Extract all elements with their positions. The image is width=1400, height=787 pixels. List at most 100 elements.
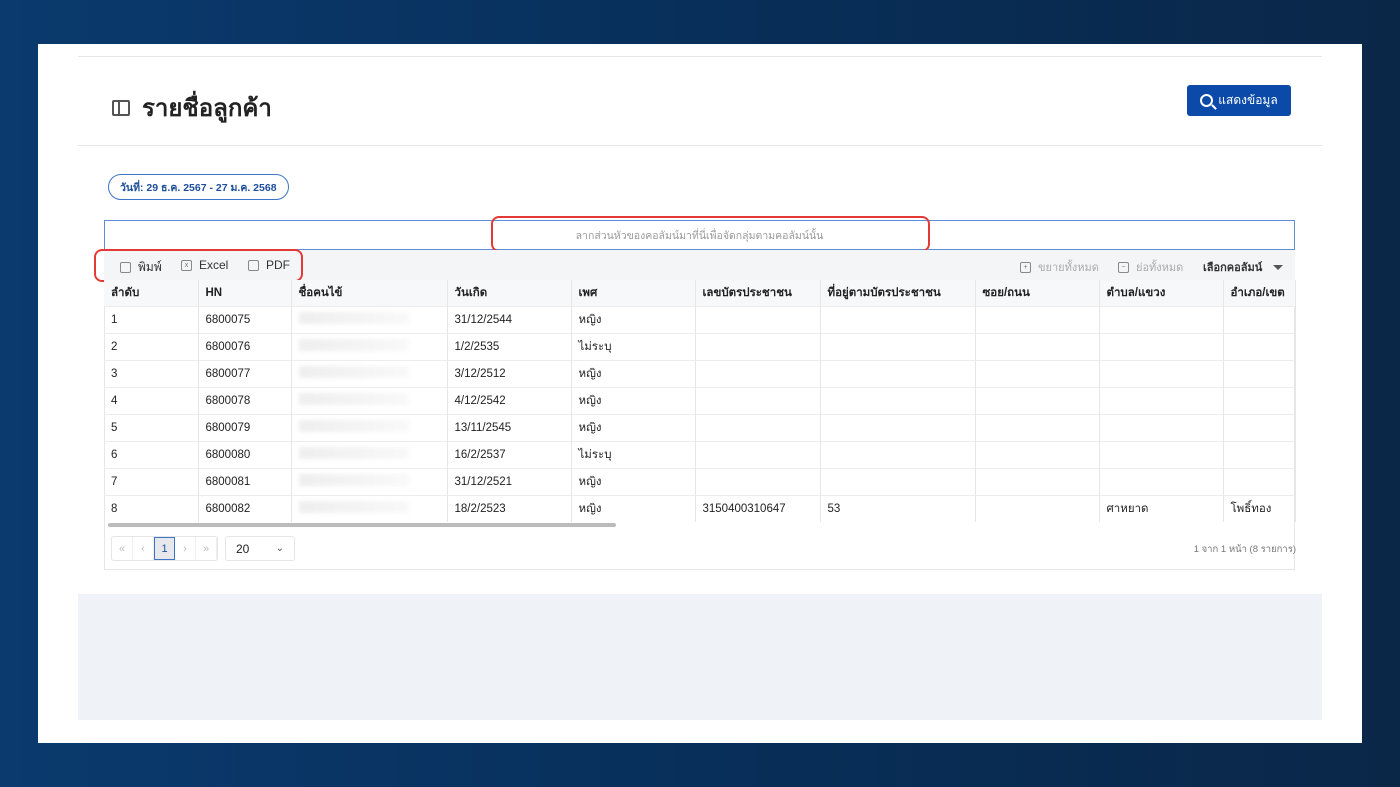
prev-page-button[interactable]: ‹ — [133, 537, 154, 560]
choose-columns-label: เลือกคอลัมน์ — [1203, 262, 1263, 274]
table-cell: หญิง — [571, 413, 696, 441]
column-header[interactable]: ชื่อคนไข้ — [291, 280, 448, 306]
horizontal-scrollbar[interactable] — [108, 523, 616, 527]
show-data-label: แสดงข้อมูล — [1218, 93, 1278, 107]
sidebar-toggle-icon[interactable] — [112, 99, 130, 116]
table-cell — [975, 413, 1100, 441]
search-icon — [1200, 94, 1214, 107]
table-cell — [975, 467, 1100, 495]
choose-columns-dropdown[interactable]: เลือกคอลัมน์ — [1203, 258, 1284, 276]
table-cell — [291, 494, 448, 522]
table-row[interactable]: 4 6800078 4/12/2542 หญิง — [104, 386, 1296, 414]
table-cell: 1/2/2535 — [447, 332, 572, 360]
collapse-icon: − — [1118, 261, 1129, 273]
table-cell: 1 — [104, 305, 199, 333]
table-cell — [1099, 467, 1224, 495]
column-header[interactable]: อำเภอ/เขต — [1223, 280, 1296, 306]
redacted-name — [298, 447, 409, 459]
redacted-name — [298, 393, 409, 405]
first-page-button[interactable]: « — [112, 537, 133, 560]
table-cell: 3150400310647 — [695, 494, 821, 522]
table-cell — [975, 386, 1100, 414]
table-cell: 7 — [104, 467, 199, 495]
table-cell — [975, 440, 1100, 468]
table-cell — [820, 467, 976, 495]
table-cell: ไม่ระบุ — [571, 440, 696, 468]
table-cell — [820, 305, 976, 333]
table-cell — [1099, 305, 1224, 333]
page-1-button[interactable]: 1 — [154, 537, 175, 560]
column-header[interactable]: ซอย/ถนน — [975, 280, 1100, 306]
table-cell — [695, 386, 821, 414]
table-row[interactable]: 6 6800080 16/2/2537 ไม่ระบุ — [104, 440, 1296, 468]
date-range-badge[interactable]: วันที่: 29 ธ.ค. 2567 - 27 ม.ค. 2568 — [108, 174, 289, 200]
page-header: รายชื่อลูกค้า แสดงข้อมูล — [78, 84, 1322, 146]
table-cell — [1223, 467, 1296, 495]
expand-label: ขยายทั้งหมด — [1038, 262, 1099, 274]
highlight-box — [491, 216, 930, 252]
table-cell — [820, 440, 976, 468]
pagination-info: 1 จาก 1 หน้า (8 รายการ) — [1193, 544, 1296, 555]
table-cell: 8 — [104, 494, 199, 522]
table-cell — [291, 413, 448, 441]
table-cell — [975, 332, 1100, 360]
column-header[interactable]: ลำดับ — [104, 280, 199, 306]
table-cell: 6800082 — [198, 494, 292, 522]
table-cell — [820, 359, 976, 387]
table-cell: 6800075 — [198, 305, 292, 333]
column-header[interactable]: เพศ — [571, 280, 696, 306]
table-cell — [1223, 440, 1296, 468]
table-cell: หญิง — [571, 386, 696, 414]
table-cell: หญิง — [571, 467, 696, 495]
column-header[interactable]: HN — [198, 280, 292, 306]
table-cell — [291, 305, 448, 333]
redacted-name — [298, 501, 409, 514]
show-data-button[interactable]: แสดงข้อมูล — [1187, 85, 1291, 116]
table-cell — [695, 440, 821, 468]
table-cell — [291, 386, 448, 414]
table-cell — [695, 467, 821, 495]
column-header[interactable]: ที่อยู่ตามบัตรประชาชน — [820, 280, 976, 306]
footer — [78, 720, 1322, 743]
table-cell: 6800077 — [198, 359, 292, 387]
table-row[interactable]: 1 6800075 31/12/2544 หญิง — [104, 305, 1296, 333]
table-row[interactable]: 8 6800082 18/2/2523 หญิง 3150400310647 53 ศาหย… — [104, 494, 1296, 522]
table-cell — [975, 494, 1100, 522]
table-row[interactable]: 7 6800081 31/12/2521 หญิง — [104, 467, 1296, 495]
table-row[interactable]: 2 6800076 1/2/2535 ไม่ระบุ — [104, 332, 1296, 360]
redacted-name — [298, 312, 409, 324]
table-cell: 6800078 — [198, 386, 292, 414]
table-cell — [291, 332, 448, 360]
table-row[interactable]: 5 6800079 13/11/2545 หญิง — [104, 413, 1296, 441]
expand-all-button[interactable]: + ขยายทั้งหมด — [1020, 258, 1099, 276]
title-text: รายชื่อลูกค้า — [142, 95, 272, 122]
last-page-button[interactable]: » — [196, 537, 217, 560]
page-size-select[interactable]: 20 ⌄ — [225, 536, 295, 561]
caret-down-icon — [1273, 264, 1284, 270]
table-cell — [975, 305, 1100, 333]
table-cell — [820, 332, 976, 360]
table-cell: 16/2/2537 — [447, 440, 572, 468]
table-cell — [1223, 332, 1296, 360]
table-cell — [820, 386, 976, 414]
table-cell: 6800080 — [198, 440, 292, 468]
table-cell: โพธิ์ทอง — [1223, 494, 1296, 522]
column-header[interactable]: วันเกิด — [447, 280, 572, 306]
table-cell: หญิง — [571, 494, 696, 522]
collapse-all-button[interactable]: − ย่อทั้งหมด — [1118, 258, 1183, 276]
table-cell: 18/2/2523 — [447, 494, 572, 522]
table-cell: ศาหยาด — [1099, 494, 1224, 522]
column-header[interactable]: ตำบล/แขวง — [1099, 280, 1224, 306]
table-cell — [1223, 413, 1296, 441]
table-cell: 4/12/2542 — [447, 386, 572, 414]
table-cell — [1223, 386, 1296, 414]
table-row[interactable]: 3 6800077 3/12/2512 หญิง — [104, 359, 1296, 387]
table-cell: 3 — [104, 359, 199, 387]
table-cell: ไม่ระบุ — [571, 332, 696, 360]
column-header[interactable]: เลขบัตรประชาชน — [695, 280, 821, 306]
next-page-button[interactable]: › — [175, 537, 196, 560]
table-cell — [695, 332, 821, 360]
table-cell — [695, 359, 821, 387]
table-cell: 6800079 — [198, 413, 292, 441]
table-cell — [1099, 359, 1224, 387]
